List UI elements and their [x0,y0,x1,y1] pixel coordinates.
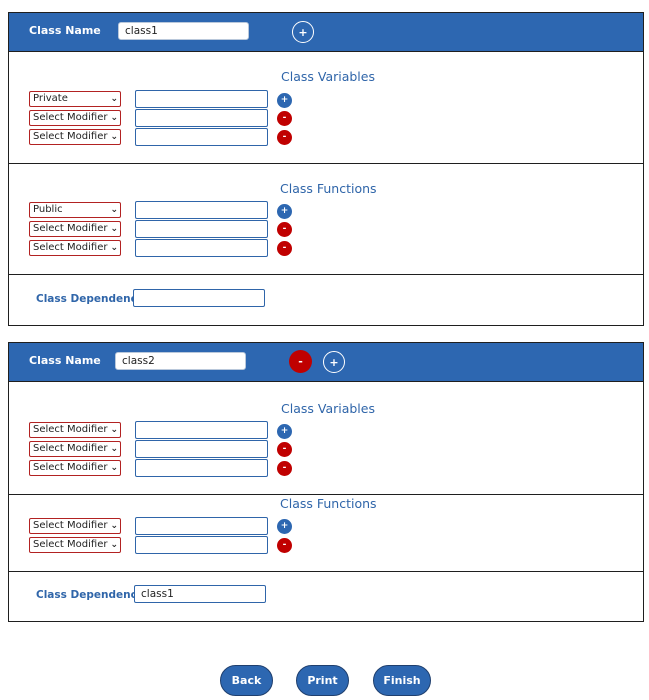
variable-name-input[interactable] [135,90,268,108]
plus-icon: + [329,355,339,369]
modifier-select-value: Select Modifier [33,462,108,473]
add-class-button[interactable]: + [323,351,345,373]
class-variables-title: Class Variables [281,401,375,416]
modifier-select-value: Public [33,204,63,215]
class-dependency-label: Class Dependency [36,293,144,305]
variable-name-input[interactable] [135,459,268,477]
minus-icon: - [282,444,287,454]
modifier-select[interactable]: Select Modifier ⌄ [29,460,121,476]
minus-icon: - [282,463,287,473]
remove-function-button[interactable]: - [277,222,292,237]
function-name-input[interactable] [135,517,268,535]
class-name-input[interactable] [115,352,246,370]
chevron-down-icon: ⌄ [110,444,118,454]
plus-icon: + [280,426,289,436]
minus-icon: - [282,224,287,234]
remove-variable-button[interactable]: - [277,461,292,476]
add-function-button[interactable]: + [277,204,292,219]
chevron-down-icon: ⌄ [110,132,118,142]
modifier-select[interactable]: Select Modifier ⌄ [29,129,121,145]
class-functions-title: Class Functions [280,496,377,511]
remove-variable-button[interactable]: - [277,130,292,145]
class-functions-title: Class Functions [280,181,377,196]
variable-name-input[interactable] [135,109,268,127]
modifier-select[interactable]: Public ⌄ [29,202,121,218]
chevron-down-icon: ⌄ [110,521,118,531]
class-card: Class Name - + Class Variables Select Mo… [8,342,644,622]
minus-icon: - [282,132,287,142]
minus-icon: - [282,540,287,550]
modifier-select[interactable]: Select Modifier ⌄ [29,221,121,237]
section-divider [9,494,643,495]
modifier-select[interactable]: Select Modifier ⌄ [29,441,121,457]
add-class-button[interactable]: + [292,21,314,43]
class-name-label: Class Name [29,24,101,37]
class-dependency-label: Class Dependency [36,589,144,601]
function-name-input[interactable] [135,220,268,238]
section-divider [9,274,643,275]
class-dependency-input[interactable] [133,289,265,307]
chevron-down-icon: ⌄ [110,113,118,123]
chevron-down-icon: ⌄ [110,243,118,253]
class-header: Class Name - + [9,343,643,382]
remove-variable-button[interactable]: - [277,442,292,457]
modifier-select[interactable]: Select Modifier ⌄ [29,422,121,438]
chevron-down-icon: ⌄ [110,94,118,104]
minus-icon: - [298,355,303,368]
variable-name-input[interactable] [135,421,268,439]
modifier-select[interactable]: Select Modifier ⌄ [29,518,121,534]
add-variable-button[interactable]: + [277,424,292,439]
plus-icon: + [280,521,289,531]
remove-variable-button[interactable]: - [277,111,292,126]
chevron-down-icon: ⌄ [110,425,118,435]
section-divider [9,571,643,572]
section-divider [9,163,643,164]
modifier-select-value: Select Modifier [33,520,108,531]
modifier-select-value: Select Modifier [33,539,108,550]
add-function-button[interactable]: + [277,519,292,534]
function-name-input[interactable] [135,201,268,219]
back-button[interactable]: Back [220,665,273,696]
modifier-select-value: Select Modifier [33,131,108,142]
minus-icon: - [282,243,287,253]
plus-icon: + [280,95,289,105]
print-button[interactable]: Print [296,665,349,696]
chevron-down-icon: ⌄ [110,224,118,234]
modifier-select[interactable]: Select Modifier ⌄ [29,537,121,553]
modifier-select-value: Select Modifier [33,424,108,435]
class-header: Class Name + [9,13,643,52]
function-name-input[interactable] [135,536,268,554]
modifier-select-value: Select Modifier [33,443,108,454]
variable-name-input[interactable] [135,128,268,146]
remove-function-button[interactable]: - [277,241,292,256]
function-name-input[interactable] [135,239,268,257]
modifier-select-value: Private [33,93,68,104]
chevron-down-icon: ⌄ [110,463,118,473]
plus-icon: + [280,206,289,216]
minus-icon: - [282,113,287,123]
class-card: Class Name + Class Variables Private⌄ + … [8,12,644,326]
finish-button[interactable]: Finish [373,665,431,696]
chevron-down-icon: ⌄ [110,540,118,550]
modifier-select-value: Select Modifier [33,242,108,253]
modifier-select[interactable]: Select Modifier ⌄ [29,110,121,126]
class-dependency-input[interactable] [134,585,266,603]
variable-name-input[interactable] [135,440,268,458]
plus-icon: + [298,25,308,39]
modifier-select-value: Select Modifier [33,223,108,234]
add-variable-button[interactable]: + [277,93,292,108]
modifier-select[interactable]: Private ⌄ [29,91,121,107]
remove-class-button[interactable]: - [289,350,312,373]
class-variables-title: Class Variables [281,69,375,84]
chevron-down-icon: ⌄ [110,205,118,215]
modifier-select-value: Select Modifier [33,112,108,123]
class-name-label: Class Name [29,354,101,367]
class-name-input[interactable] [118,22,249,40]
modifier-select[interactable]: Select Modifier ⌄ [29,240,121,256]
remove-function-button[interactable]: - [277,538,292,553]
